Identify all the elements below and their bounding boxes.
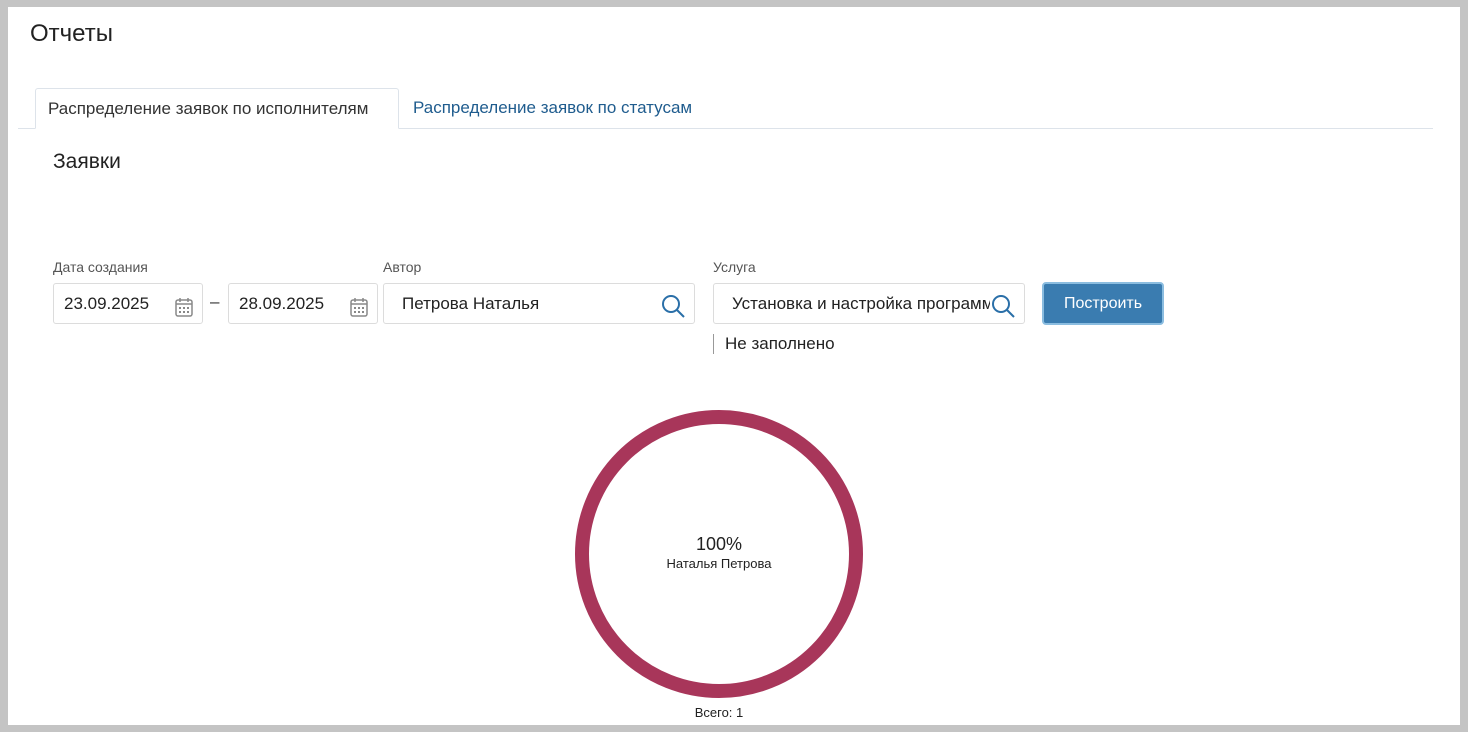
calendar-icon[interactable] bbox=[174, 293, 194, 323]
author-label: Автор bbox=[383, 259, 422, 275]
service-empty-option[interactable]: Не заполнено bbox=[713, 334, 835, 354]
search-icon[interactable] bbox=[990, 293, 1016, 323]
section-title: Заявки bbox=[53, 150, 121, 173]
service-value: Установка и настройка программ bbox=[732, 294, 994, 313]
tab-by-executors[interactable]: Распределение заявок по исполнителям bbox=[35, 88, 399, 129]
date-from-value: 23.09.2025 bbox=[64, 294, 150, 313]
total-label: Всего: 1 bbox=[695, 705, 744, 720]
page-title: Отчеты bbox=[30, 20, 113, 47]
date-from-input[interactable]: 23.09.2025 bbox=[53, 283, 203, 324]
calendar-icon[interactable] bbox=[349, 293, 369, 323]
date-label: Дата создания bbox=[53, 259, 148, 275]
date-separator: – bbox=[210, 292, 220, 311]
tab-by-statuses[interactable]: Распределение заявок по статусам bbox=[401, 88, 704, 129]
slice-label: Наталья Петрова bbox=[667, 556, 773, 571]
reports-panel: Отчеты Распределение заявок по исполните… bbox=[8, 7, 1460, 725]
donut-slice[interactable] bbox=[575, 410, 863, 698]
service-input[interactable]: Установка и настройка программ bbox=[713, 283, 1025, 324]
donut-chart: 100% Наталья Петрова Всего: 1 bbox=[575, 410, 863, 720]
search-icon[interactable] bbox=[660, 293, 686, 323]
author-input[interactable]: Петрова Наталья bbox=[383, 283, 695, 324]
date-to-input[interactable]: 28.09.2025 bbox=[228, 283, 378, 324]
slice-percent: 100% bbox=[696, 534, 742, 554]
build-button[interactable]: Построить bbox=[1042, 282, 1164, 325]
tab-bar: Распределение заявок по исполнителям Рас… bbox=[18, 88, 1433, 129]
date-to-value: 28.09.2025 bbox=[239, 294, 325, 313]
service-label: Услуга bbox=[713, 259, 756, 275]
author-value: Петрова Наталья bbox=[402, 294, 540, 313]
